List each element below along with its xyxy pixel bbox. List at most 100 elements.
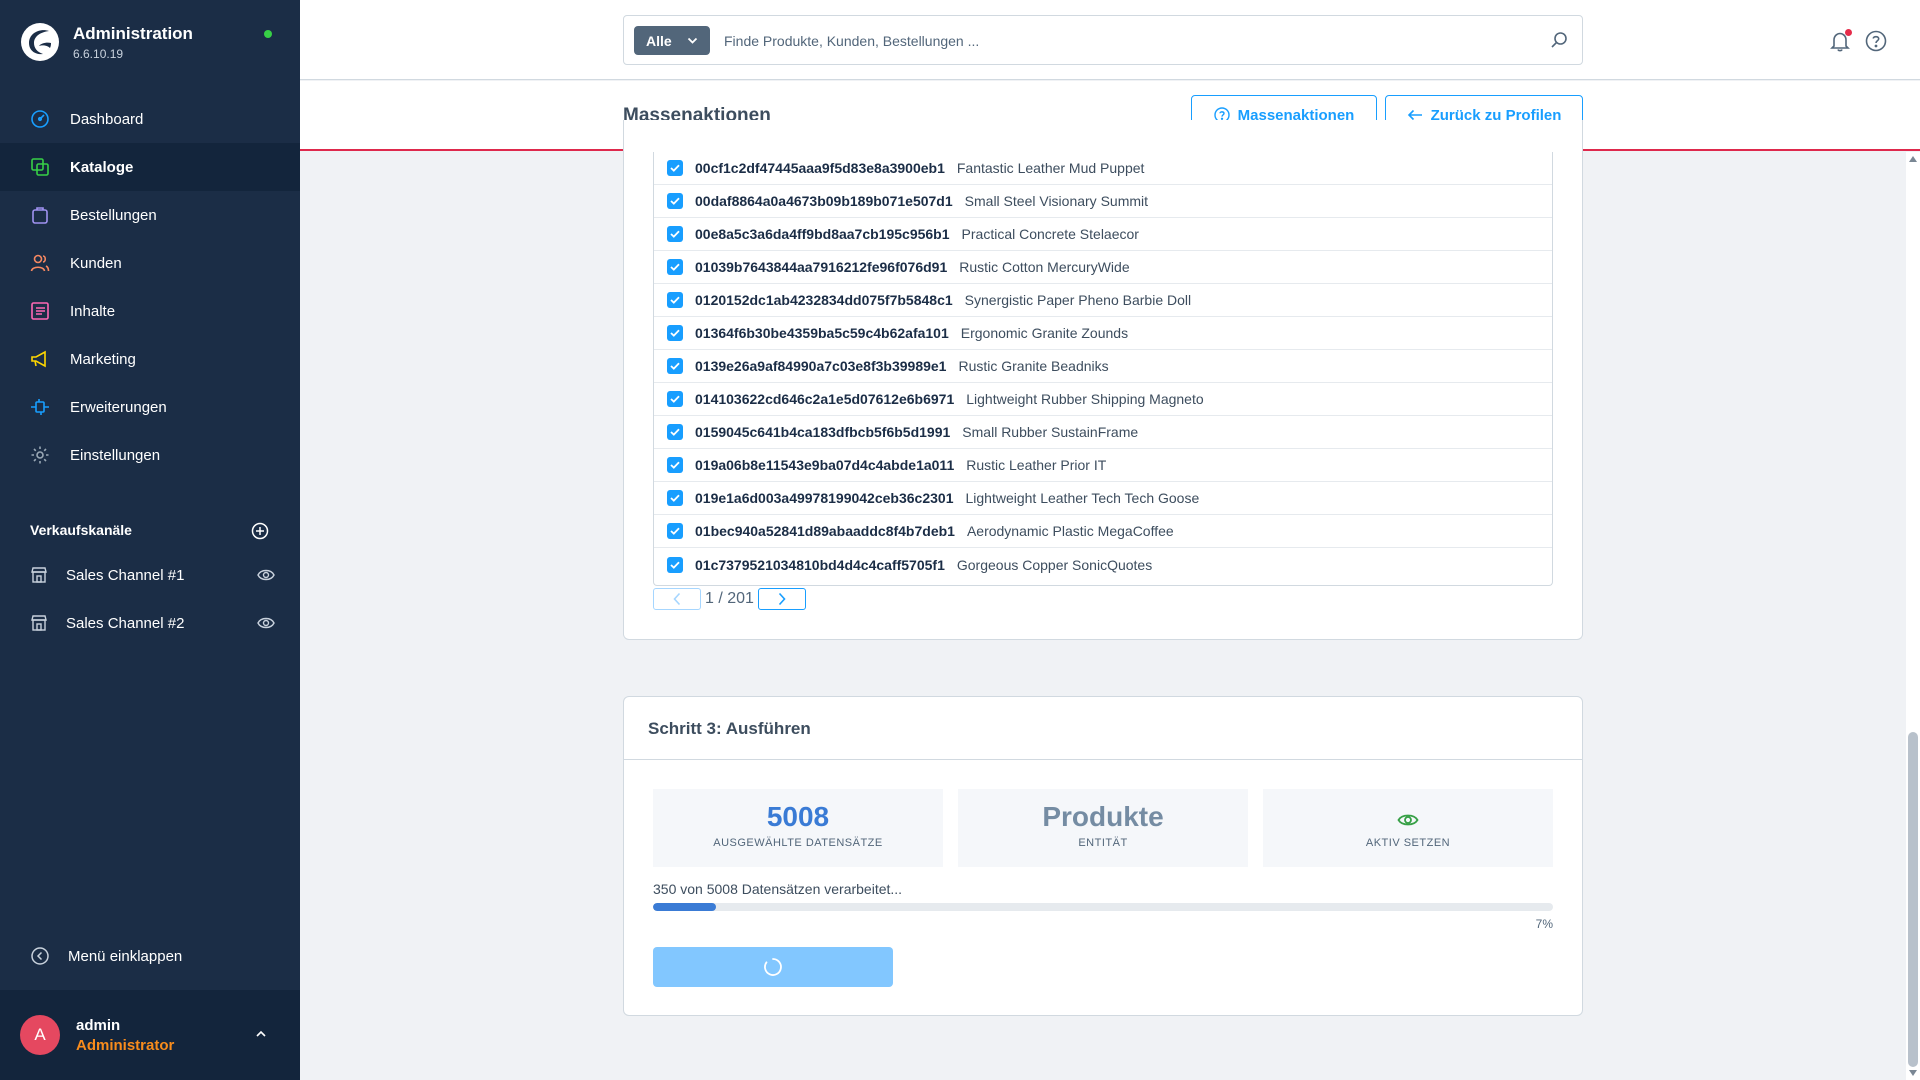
eye-icon[interactable] <box>257 566 275 584</box>
execute-step-card: Schritt 3: Ausführen 5008 AUSGEWÄHLTE DA… <box>623 696 1583 1016</box>
record-row[interactable]: 01039b7643844aa7916212fe96f076d91 Rustic … <box>654 251 1552 284</box>
eye-icon[interactable] <box>257 614 275 632</box>
record-row[interactable]: 0139e26a9af84990a7c03e8f3b39989e1 Rustic … <box>654 350 1552 383</box>
check-icon <box>670 527 680 535</box>
progress-status-text: 350 von 5008 Datensätzen verarbeitet... <box>653 881 903 897</box>
content-icon <box>31 302 49 320</box>
nav-item-kataloge[interactable]: Kataloge <box>0 143 300 191</box>
record-row[interactable]: 01364f6b30be4359ba5c59c4b62afa101 Ergonom… <box>654 317 1552 350</box>
record-checkbox[interactable] <box>667 259 683 275</box>
nav-item-einstellungen[interactable]: Einstellungen <box>0 431 300 479</box>
record-id: 01039b7643844aa7916212fe96f076d91 <box>695 259 948 275</box>
help-icon[interactable] <box>1865 30 1887 52</box>
prev-page-button[interactable] <box>653 588 701 610</box>
record-row[interactable]: 01c7379521034810bd4d4c4caff5705f1 Gorgeou… <box>654 548 1552 581</box>
stat-label: AUSGEWÄHLTE DATENSÄTZE <box>713 837 883 849</box>
search-input[interactable] <box>724 28 1504 54</box>
add-sales-channel-icon[interactable] <box>251 522 269 540</box>
collapse-menu-label: Menü einklappen <box>68 947 183 965</box>
record-checkbox[interactable] <box>667 523 683 539</box>
shopware-logo-icon <box>21 23 59 61</box>
sales-channel-item[interactable]: Sales Channel #1 <box>30 563 275 587</box>
nav-item-kunden[interactable]: Kunden <box>0 239 300 287</box>
search-type-select[interactable]: Alle <box>634 26 710 55</box>
record-id: 014103622cd646c2a1e5d07612e6b6971 <box>695 391 955 407</box>
record-name: Rustic Cotton MercuryWide <box>959 259 1130 275</box>
online-status-indicator <box>264 30 272 38</box>
record-checkbox[interactable] <box>667 358 683 374</box>
record-checkbox[interactable] <box>667 325 683 341</box>
nav-item-label: Marketing <box>70 350 136 368</box>
record-checkbox[interactable] <box>667 490 683 506</box>
next-page-button[interactable] <box>757 588 806 610</box>
record-row[interactable]: 00daf8864a0a4673b09b189b071e507d1 Small S… <box>654 185 1552 218</box>
record-id: 019a06b8e11543e9ba07d4c4abde1a011 <box>695 457 955 473</box>
record-checkbox[interactable] <box>667 391 683 407</box>
record-row[interactable]: 014103622cd646c2a1e5d07612e6b6971 Lightwe… <box>654 383 1552 416</box>
record-checkbox[interactable] <box>667 160 683 176</box>
record-row[interactable]: 0120152dc1ab4232834dd075f7b5848c1 Synergi… <box>654 284 1552 317</box>
top-bar: Alle <box>300 0 1920 80</box>
sales-channel-item[interactable]: Sales Channel #2 <box>30 611 275 635</box>
record-row[interactable]: 019e1a6d003a49978199042ceb36c2301 Lightwe… <box>654 482 1552 515</box>
record-id: 01364f6b30be4359ba5c59c4b62afa101 <box>695 325 949 341</box>
record-row[interactable]: 01bec940a52841d89abaaddc8f4b7deb1 Aerodyn… <box>654 515 1552 548</box>
nav-item-inhalte[interactable]: Inhalte <box>0 287 300 335</box>
nav-item-marketing[interactable]: Marketing <box>0 335 300 383</box>
record-checkbox[interactable] <box>667 556 683 573</box>
record-row[interactable]: 00cf1c2df47445aaa9f5d83e8a3900eb1 Fantast… <box>654 152 1552 185</box>
nav-item-dashboard[interactable]: Dashboard <box>0 95 300 143</box>
eye-icon <box>1397 814 1419 826</box>
record-name: Lightweight Rubber Shipping Magneto <box>966 391 1204 407</box>
record-name: Lightweight Leather Tech Tech Goose <box>965 490 1200 506</box>
record-row[interactable]: 0159045c641b4ca183dfbcb5f6b5d1991 Small R… <box>654 416 1552 449</box>
avatar: A <box>20 1015 60 1055</box>
chevron-up-icon[interactable] <box>254 1027 268 1041</box>
record-row[interactable]: 019a06b8e11543e9ba07d4c4abde1a011 Rustic … <box>654 449 1552 482</box>
record-checkbox[interactable] <box>667 226 683 242</box>
record-checkbox[interactable] <box>667 193 683 209</box>
nav-item-bestellungen[interactable]: Bestellungen <box>0 191 300 239</box>
check-icon <box>670 395 680 403</box>
record-name: Rustic Granite Beadniks <box>958 358 1109 374</box>
page-scrollbar[interactable] <box>1906 152 1920 1080</box>
app-title: Administration <box>73 23 193 43</box>
divider <box>624 759 1582 760</box>
check-icon <box>670 263 680 271</box>
record-checkbox[interactable] <box>667 292 683 308</box>
sales-channel-label: Sales Channel #2 <box>66 614 185 632</box>
record-checkbox[interactable] <box>667 424 683 440</box>
record-id: 0159045c641b4ca183dfbcb5f6b5d1991 <box>695 424 951 440</box>
record-name: Rustic Leather Prior IT <box>966 457 1107 473</box>
scrollbar-thumb[interactable] <box>1908 732 1918 1067</box>
record-id: 0120152dc1ab4232834dd075f7b5848c1 <box>695 292 953 308</box>
record-id: 01c7379521034810bd4d4c4caff5705f1 <box>695 556 945 573</box>
stat-label: ENTITÄT <box>1078 837 1128 849</box>
nav-item-erweiterungen[interactable]: Erweiterungen <box>0 383 300 431</box>
record-checkbox[interactable] <box>667 457 683 473</box>
check-icon <box>670 230 680 238</box>
record-name: Gorgeous Copper SonicQuotes <box>956 556 1153 573</box>
catalog-icon <box>31 158 49 176</box>
record-row[interactable]: 00e8a5c3a6da4ff9bd8aa7cb195c956b1 Practic… <box>654 218 1552 251</box>
collapse-menu-button[interactable]: Menü einklappen <box>30 946 182 966</box>
record-name: Ergonomic Granite Zounds <box>960 325 1129 341</box>
search-icon[interactable] <box>1550 31 1568 49</box>
sales-channels-title: Verkaufskanäle <box>30 522 132 538</box>
check-icon <box>670 164 680 172</box>
scroll-up-arrow-icon[interactable] <box>1909 156 1917 162</box>
scroll-down-arrow-icon[interactable] <box>1909 1070 1917 1076</box>
notification-badge <box>1845 29 1852 36</box>
shopping-bag-icon <box>32 207 48 224</box>
check-icon <box>670 561 680 569</box>
check-icon <box>670 296 680 304</box>
execute-button[interactable] <box>653 947 893 987</box>
record-id: 01bec940a52841d89abaaddc8f4b7deb1 <box>695 523 955 539</box>
check-icon <box>670 362 680 370</box>
stat-selected-records: 5008 AUSGEWÄHLTE DATENSÄTZE <box>653 789 943 867</box>
nav-item-label: Dashboard <box>70 110 144 128</box>
nav-item-label: Inhalte <box>70 302 116 320</box>
brand[interactable]: Administration 6.6.10.19 <box>20 22 193 62</box>
storefront-icon <box>31 615 47 631</box>
user-menu[interactable]: A admin Administrator <box>0 990 300 1080</box>
